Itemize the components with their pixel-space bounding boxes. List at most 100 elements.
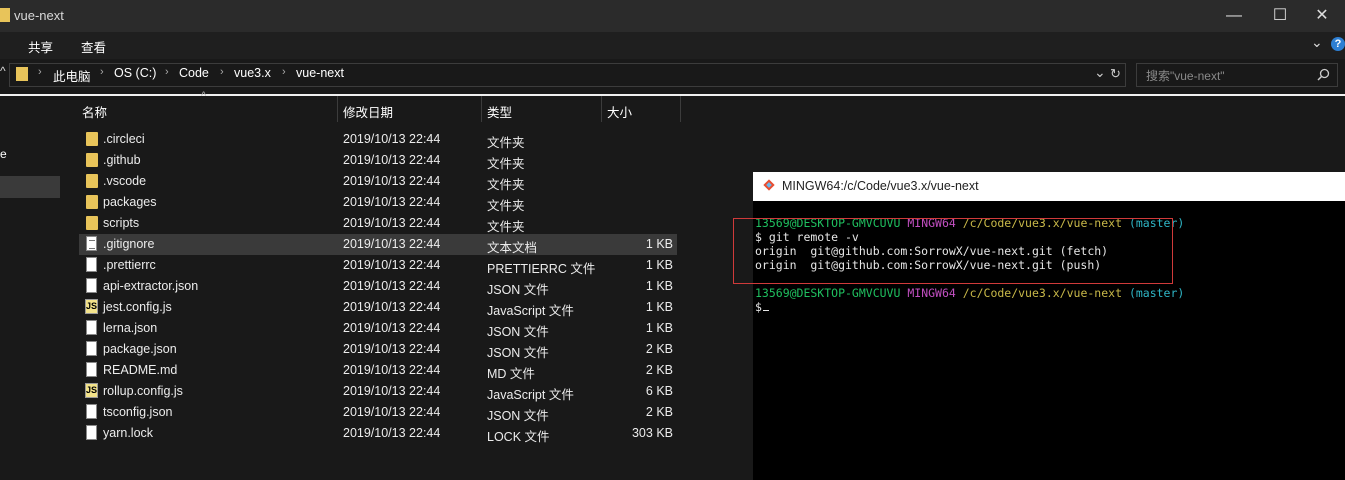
file-type: PRETTIERRC 文件: [487, 262, 596, 276]
highlight-annotation-box: [733, 218, 1173, 284]
table-row[interactable]: scripts 2019/10/13 22:44 文件夹: [79, 213, 677, 234]
breadcrumb-separator-icon: ›: [165, 66, 169, 78]
folder-icon: [86, 132, 98, 146]
file-icon: [86, 341, 97, 356]
table-row[interactable]: .gitignore 2019/10/13 22:44 文本文档 1 KB: [79, 234, 677, 255]
file-date: 2019/10/13 22:44: [343, 321, 441, 335]
folder-app-icon: [0, 8, 10, 22]
folder-icon: [86, 174, 98, 188]
address-box[interactable]: [9, 63, 1126, 87]
git-bash-icon: [763, 179, 775, 191]
search-icon[interactable]: [1317, 68, 1330, 81]
file-size: 1 KB: [645, 237, 673, 251]
column-header-name[interactable]: 名称: [82, 102, 107, 121]
table-row[interactable]: lerna.json 2019/10/13 22:44 JSON 文件 1 KB: [79, 318, 677, 339]
table-row[interactable]: tsconfig.json 2019/10/13 22:44 JSON 文件 2 KB: [79, 402, 677, 423]
column-divider[interactable]: [481, 96, 482, 122]
breadcrumb-this-pc[interactable]: 此电脑: [53, 66, 91, 85]
prompt-env: MINGW64: [907, 286, 956, 300]
file-icon: [86, 278, 97, 293]
file-icon: [86, 425, 97, 440]
file-date: 2019/10/13 22:44: [343, 132, 441, 146]
file-date: 2019/10/13 22:44: [343, 426, 441, 440]
table-row[interactable]: .circleci 2019/10/13 22:44 文件夹: [79, 129, 677, 150]
minimize-button[interactable]: —: [1211, 0, 1257, 32]
breadcrumb-vue3x[interactable]: vue3.x: [234, 66, 271, 80]
navigation-pane: [0, 96, 62, 480]
table-row[interactable]: .prettierrc 2019/10/13 22:44 PRETTIERRC 文件…: [79, 255, 677, 276]
file-type: JavaScript 文件: [487, 304, 574, 318]
ribbon-expand-icon[interactable]: ⌄: [1311, 34, 1323, 51]
nav-item-label[interactable]: e: [0, 147, 7, 161]
table-row[interactable]: JS jest.config.js 2019/10/13 22:44 JavaScri…: [79, 297, 677, 318]
up-arrow-icon[interactable]: ^: [0, 64, 6, 78]
folder-icon: [86, 195, 98, 209]
folder-icon: [86, 216, 98, 230]
table-row[interactable]: .vscode 2019/10/13 22:44 文件夹: [79, 171, 677, 192]
breadcrumb-vue-next[interactable]: vue-next: [296, 66, 344, 80]
table-row[interactable]: api-extractor.json 2019/10/13 22:44 JSON 文…: [79, 276, 677, 297]
file-name: yarn.lock: [103, 426, 154, 440]
folder-icon: [86, 153, 98, 167]
file-type: 文本文档: [487, 241, 538, 255]
table-row[interactable]: package.json 2019/10/13 22:44 JSON 文件 2 KB: [79, 339, 677, 360]
table-row[interactable]: README.md 2019/10/13 22:44 MD 文件 2 KB: [79, 360, 677, 381]
column-header-date[interactable]: 修改日期: [343, 102, 393, 121]
file-type: LOCK 文件: [487, 430, 550, 444]
file-type: JSON 文件: [487, 346, 549, 360]
file-type: 文件夹: [487, 136, 525, 150]
file-name: scripts: [103, 216, 140, 230]
cursor-prompt: $: [755, 300, 762, 314]
file-type: JSON 文件: [487, 409, 549, 423]
file-icon: [86, 404, 97, 419]
file-date: 2019/10/13 22:44: [343, 342, 441, 356]
file-name: packages: [103, 195, 157, 209]
address-dropdown-icon[interactable]: ⌄: [1094, 64, 1106, 81]
file-name: .gitignore: [103, 237, 155, 251]
column-divider[interactable]: [680, 96, 681, 122]
file-icon: [86, 320, 97, 335]
file-date: 2019/10/13 22:44: [343, 363, 441, 377]
file-date: 2019/10/13 22:44: [343, 384, 441, 398]
maximize-button[interactable]: ☐: [1257, 0, 1303, 32]
table-row[interactable]: .github 2019/10/13 22:44 文件夹: [79, 150, 677, 171]
help-icon[interactable]: ?: [1331, 37, 1345, 51]
file-name: .circleci: [103, 132, 145, 146]
file-name: README.md: [103, 363, 178, 377]
file-size: 2 KB: [645, 405, 673, 419]
refresh-icon[interactable]: ↻: [1110, 66, 1121, 82]
file-type: JSON 文件: [487, 325, 549, 339]
column-divider[interactable]: [601, 96, 602, 122]
text-cursor: [762, 310, 769, 311]
prompt-user: 13569@DESKTOP-GMVCUVU: [755, 286, 901, 300]
breadcrumb-separator-icon: ›: [100, 66, 104, 78]
tab-view[interactable]: 查看: [81, 37, 106, 56]
file-name: tsconfig.json: [103, 405, 173, 419]
breadcrumb-separator-icon: ›: [220, 66, 224, 78]
table-row[interactable]: JS rollup.config.js 2019/10/13 22:44 JavaSc…: [79, 381, 677, 402]
file-date: 2019/10/13 22:44: [343, 258, 441, 272]
file-date: 2019/10/13 22:44: [343, 195, 441, 209]
breadcrumb-code[interactable]: Code: [179, 66, 209, 80]
terminal-cursor-line: $: [755, 300, 769, 314]
table-row[interactable]: yarn.lock 2019/10/13 22:44 LOCK 文件 303 KB: [79, 423, 677, 444]
column-header-size[interactable]: 大小: [607, 102, 632, 121]
file-name: .vscode: [103, 174, 147, 188]
column-divider[interactable]: [337, 96, 338, 122]
file-type: 文件夹: [487, 220, 525, 234]
folder-icon: [16, 67, 28, 81]
file-type: 文件夹: [487, 157, 525, 171]
file-size: 1 KB: [645, 300, 673, 314]
table-row[interactable]: packages 2019/10/13 22:44 文件夹: [79, 192, 677, 213]
file-date: 2019/10/13 22:44: [343, 279, 441, 293]
file-type: JavaScript 文件: [487, 388, 574, 402]
column-header-type[interactable]: 类型: [487, 102, 512, 121]
tab-share[interactable]: 共享: [28, 37, 53, 56]
window-title: vue-next: [14, 8, 64, 23]
close-button[interactable]: ✕: [1299, 0, 1345, 32]
breadcrumb-os-c[interactable]: OS (C:): [114, 66, 156, 80]
text-file-icon: [86, 236, 97, 251]
sort-ascending-icon: ^: [201, 90, 207, 102]
nav-item-selected[interactable]: [0, 176, 60, 198]
file-date: 2019/10/13 22:44: [343, 237, 441, 251]
